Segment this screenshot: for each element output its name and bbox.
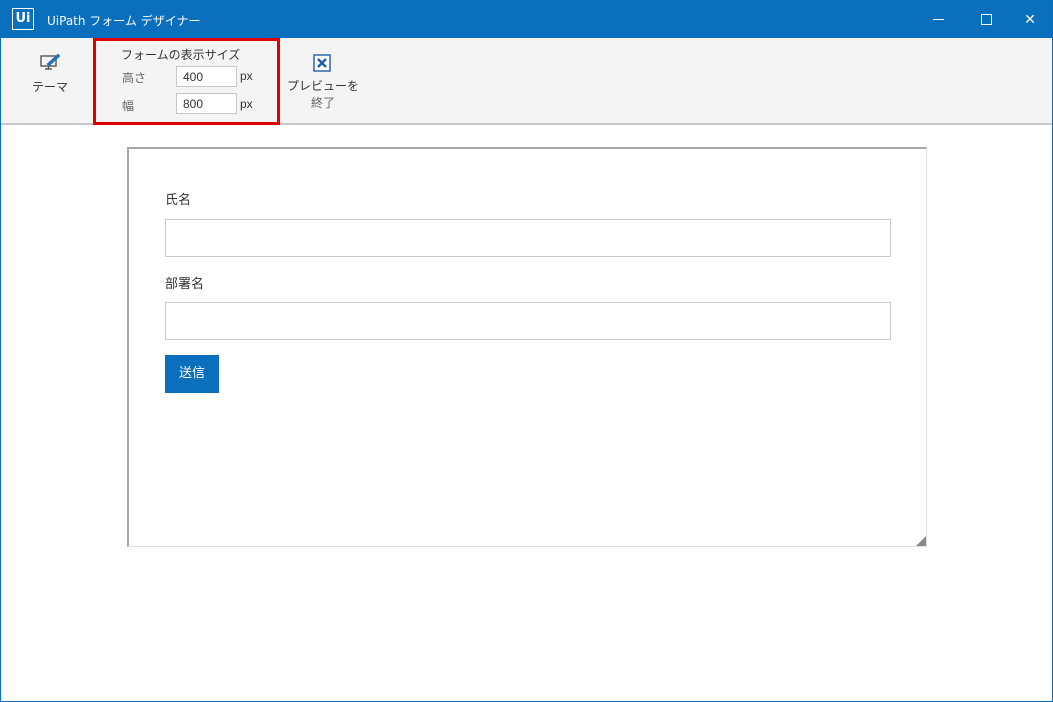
theme-icon xyxy=(40,53,61,70)
minimize-button[interactable] xyxy=(915,1,961,38)
end-preview-label-line1: プレビューを xyxy=(286,79,359,93)
department-field-input[interactable] xyxy=(165,302,891,340)
minimize-icon xyxy=(932,19,944,20)
maximize-button[interactable] xyxy=(963,1,1009,38)
height-input[interactable] xyxy=(176,66,237,87)
close-icon: ✕ xyxy=(1024,11,1036,28)
display-size-group: フォームの表示サイズ 高さ px 幅 px xyxy=(93,38,280,125)
maximize-icon xyxy=(980,14,992,25)
name-field-input[interactable] xyxy=(165,219,891,257)
width-input[interactable] xyxy=(176,93,237,114)
end-preview-label-line2: 終了 xyxy=(310,96,335,110)
height-unit: px xyxy=(240,69,253,83)
theme-button[interactable]: テーマ xyxy=(23,48,77,98)
width-label: 幅 xyxy=(122,99,135,113)
title-bar: Ui UiPath フォーム デザイナー ✕ xyxy=(1,1,1052,38)
theme-label: テーマ xyxy=(31,80,68,94)
resize-grip-icon[interactable] xyxy=(916,536,926,546)
toolbar: テーマ フォームの表示サイズ 高さ px 幅 px プレビューを 終了 xyxy=(1,38,1052,125)
form-preview-canvas: 氏名 部署名 送信 xyxy=(127,147,927,547)
uipath-logo: Ui xyxy=(12,8,34,30)
name-field-label: 氏名 xyxy=(165,193,192,208)
department-field-label: 部署名 xyxy=(165,277,205,292)
end-preview-button[interactable]: プレビューを 終了 xyxy=(285,52,361,114)
form-designer-window: Ui UiPath フォーム デザイナー ✕ テーマ フォームの表示サイズ 高さ xyxy=(0,0,1053,702)
width-unit: px xyxy=(240,97,253,111)
close-button[interactable]: ✕ xyxy=(1007,1,1053,38)
display-size-title: フォームの表示サイズ xyxy=(121,48,241,62)
window-title: UiPath フォーム デザイナー xyxy=(47,14,201,28)
height-label: 高さ xyxy=(122,71,147,85)
close-box-icon xyxy=(313,54,331,72)
submit-button[interactable]: 送信 xyxy=(165,355,219,393)
